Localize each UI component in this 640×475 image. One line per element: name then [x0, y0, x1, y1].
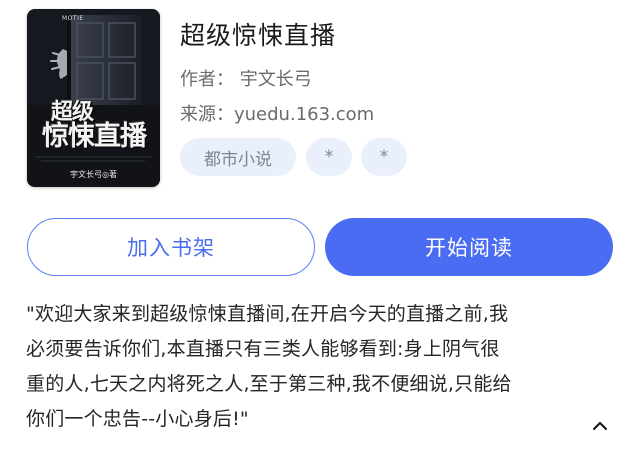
- book-description: "欢迎大家来到超级惊悚直播间,在开启今天的直播之前,我 必须要告诉你们,本直播只…: [26, 297, 618, 437]
- add-to-shelf-button[interactable]: 加入书架: [27, 218, 315, 276]
- cover-publisher-logo: MOTIE: [62, 15, 84, 22]
- cover-author: 宇文长弓◎著: [70, 170, 117, 179]
- collapse-description-button[interactable]: [590, 418, 610, 434]
- tag-placeholder-2[interactable]: *: [361, 138, 407, 176]
- book-author: 作者： 宇文长弓: [180, 69, 312, 90]
- cover-title: 超级 惊悚直播: [33, 101, 155, 150]
- tag-placeholder-1[interactable]: *: [306, 138, 352, 176]
- tag-genre[interactable]: 都市小说: [180, 138, 296, 176]
- cover-title-line2: 惊悚直播: [42, 121, 147, 152]
- description-line: "欢迎大家来到超级惊悚直播间,在开启今天的直播之前,我: [26, 303, 509, 325]
- description-line: 必须要告诉你们,本直播只有三类人能够看到:身上阴气很: [26, 338, 500, 360]
- description-line: 你们一个忠告--小心身后!": [26, 408, 249, 430]
- book-source: 来源：yuedu.163.com: [180, 104, 375, 125]
- cover-artwork: [27, 9, 160, 187]
- book-title: 超级惊悚直播: [180, 21, 337, 50]
- book-cover[interactable]: MOTIE 超级 惊悚直播 宇文长弓◎著: [27, 9, 160, 187]
- start-reading-button[interactable]: 开始阅读: [325, 218, 613, 276]
- description-line: 重的人,七天之内将死之人,至于第三种,我不便细说,只能给: [26, 373, 512, 395]
- chevron-up-icon: [592, 421, 608, 431]
- cover-title-line1: 超级: [51, 99, 94, 125]
